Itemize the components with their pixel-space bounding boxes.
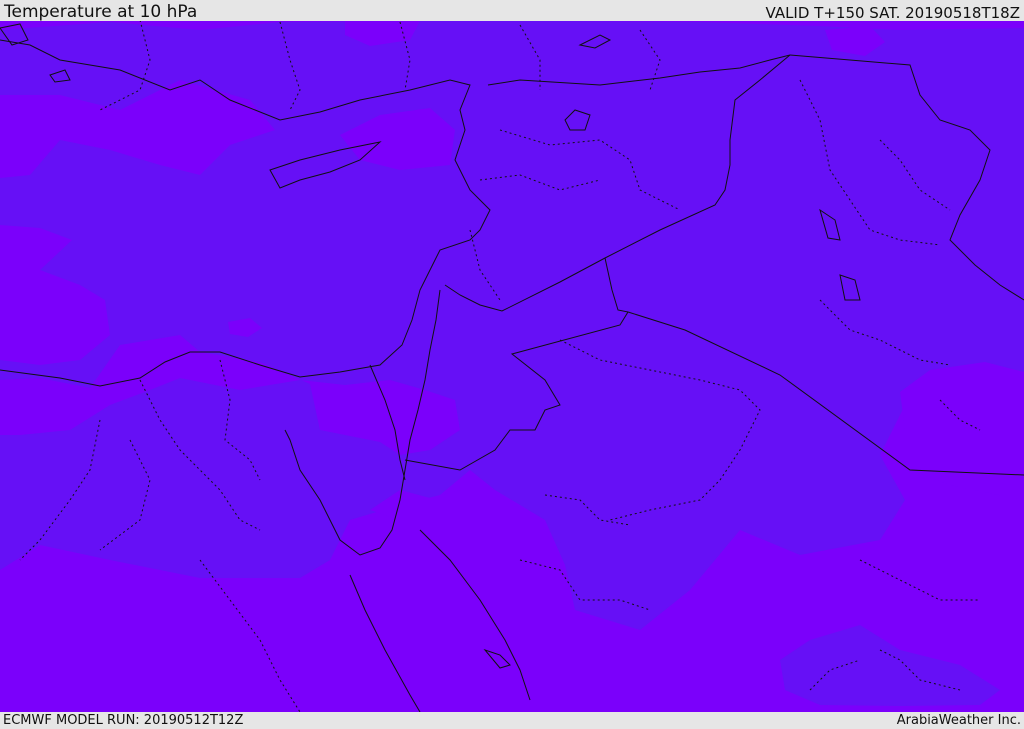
credit-label: ArabiaWeather Inc.	[896, 713, 1021, 728]
map-title: Temperature at 10 hPa	[4, 2, 198, 22]
model-run-label: ECMWF MODEL RUN: 20190512T12Z	[3, 713, 244, 728]
header-bar: Temperature at 10 hPa VALID T+150 SAT. 2…	[0, 0, 1024, 21]
valid-time-label: VALID T+150 SAT. 20190518T18Z	[765, 4, 1020, 22]
footer-bar: ECMWF MODEL RUN: 20190512T12Z ArabiaWeat…	[0, 712, 1024, 729]
map-svg	[0, 21, 1024, 712]
map-canvas[interactable]	[0, 21, 1024, 712]
weather-map-page: Temperature at 10 hPa VALID T+150 SAT. 2…	[0, 0, 1024, 729]
